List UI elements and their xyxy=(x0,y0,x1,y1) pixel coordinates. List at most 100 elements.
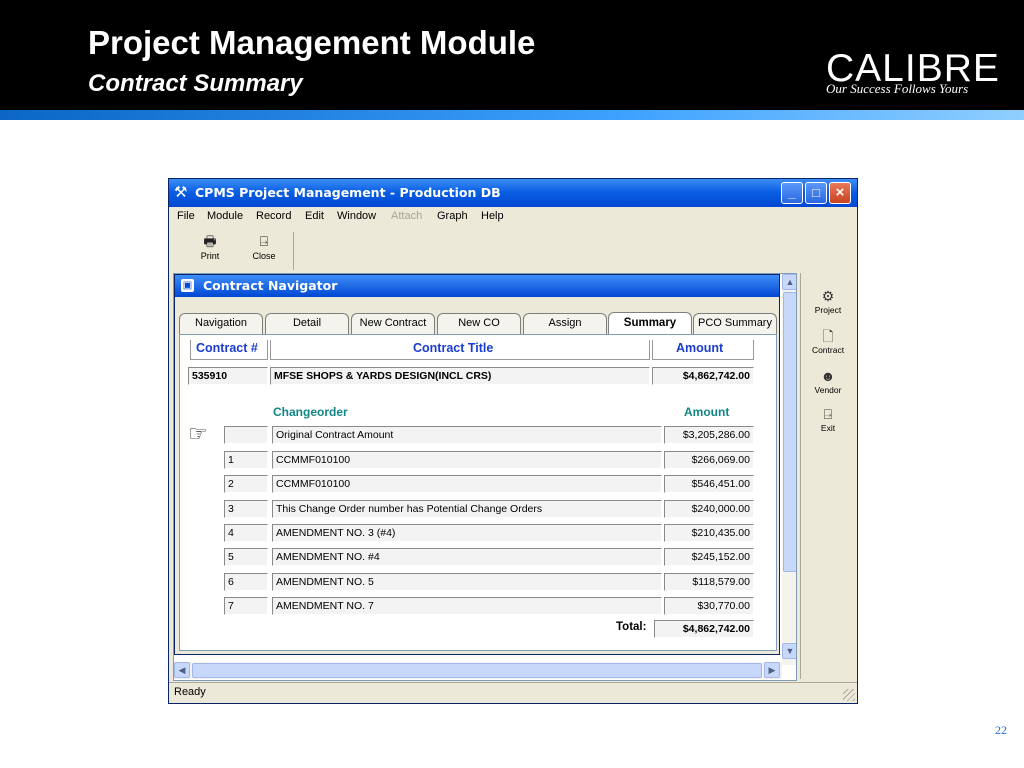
vertical-scrollbar[interactable]: ▲ ▼ xyxy=(782,274,796,665)
menu-record[interactable]: Record xyxy=(256,210,291,222)
close-label: Close xyxy=(252,251,276,261)
tab-summary[interactable]: Summary xyxy=(608,312,692,335)
co-amount-header: Amount xyxy=(684,405,730,419)
exit-button[interactable]: ⍈ Exit xyxy=(801,405,855,441)
project-button[interactable]: ⚙ Project xyxy=(801,287,855,323)
co-amount-field[interactable]: $210,435.00 xyxy=(664,524,754,542)
mdi-workspace: ▣ Contract Navigator Navigation Detail N… xyxy=(173,273,797,681)
menu-window[interactable]: Window xyxy=(337,210,376,222)
tab-new-co[interactable]: New CO xyxy=(437,313,521,334)
co-amount-field[interactable]: $118,579.00 xyxy=(664,573,754,591)
co-amount-field[interactable]: $245,152.00 xyxy=(664,548,754,566)
co-number-field[interactable]: 1 xyxy=(224,451,268,469)
toolbar: 🖶 Print ⍈ Close xyxy=(169,229,857,271)
co-description-field[interactable]: AMENDMENT NO. 7 xyxy=(272,597,662,615)
tab-pco-summary[interactable]: PCO Summary xyxy=(693,313,777,334)
slide-title: Project Management Module xyxy=(88,24,536,61)
print-label: Print xyxy=(200,251,220,261)
printer-icon: 🖶 xyxy=(203,233,217,249)
print-button[interactable]: 🖶 Print xyxy=(187,231,233,269)
contract-title-field: MFSE SHOPS & YARDS DESIGN(INCL CRS) xyxy=(270,367,650,385)
tab-assign[interactable]: Assign xyxy=(523,313,607,334)
co-description-field[interactable]: AMENDMENT NO. 5 xyxy=(272,573,662,591)
co-description-field[interactable]: CCMMF010100 xyxy=(272,475,662,493)
menu-bar: File Module Record Edit Window Attach Gr… xyxy=(169,207,857,227)
total-label: Total: xyxy=(616,621,647,633)
co-amount-field[interactable]: $30,770.00 xyxy=(664,597,754,615)
scroll-up-icon[interactable]: ▲ xyxy=(782,274,796,290)
project-icon: ⚙ xyxy=(821,288,835,304)
status-bar: Ready xyxy=(169,682,857,703)
contract-label: Contract xyxy=(811,345,845,355)
contract-navigator-window: ▣ Contract Navigator Navigation Detail N… xyxy=(174,274,780,655)
slide-subtitle: Contract Summary xyxy=(88,70,303,97)
co-description-field[interactable]: This Change Order number has Potential C… xyxy=(272,500,662,518)
menu-file[interactable]: File xyxy=(177,210,195,222)
toolbar-separator xyxy=(293,232,294,270)
scroll-right-icon[interactable]: ▶ xyxy=(764,662,780,678)
co-amount-field[interactable]: $240,000.00 xyxy=(664,500,754,518)
co-number-field[interactable]: 6 xyxy=(224,573,268,591)
menu-module[interactable]: Module xyxy=(207,210,243,222)
contract-button[interactable]: 🗋 Contract xyxy=(801,327,855,363)
navigator-title: Contract Navigator xyxy=(203,278,338,293)
calibre-logo: CALIBRE Our Success Follows Yours xyxy=(826,49,1020,100)
tab-new-contract[interactable]: New Contract xyxy=(351,313,435,334)
tools-icon: ⚒ xyxy=(174,184,188,201)
project-label: Project xyxy=(814,305,842,315)
co-amount-field[interactable]: $3,205,286.00 xyxy=(664,426,754,444)
page-number: 22 xyxy=(995,723,1007,737)
total-amount-field: $4,862,742.00 xyxy=(654,620,754,638)
tab-navigation[interactable]: Navigation xyxy=(179,313,263,334)
co-description-field[interactable]: CCMMF010100 xyxy=(272,451,662,469)
co-number-field[interactable]: 7 xyxy=(224,597,268,615)
co-number-field[interactable] xyxy=(224,426,268,444)
logo-tagline: Our Success Follows Yours xyxy=(826,81,969,96)
co-number-field[interactable]: 2 xyxy=(224,475,268,493)
horizontal-scroll-thumb[interactable] xyxy=(192,663,762,678)
co-description-field[interactable]: AMENDMENT NO. 3 (#4) xyxy=(272,524,662,542)
slide-header: Project Management Module Contract Summa… xyxy=(0,0,1024,110)
co-number-field[interactable]: 4 xyxy=(224,524,268,542)
co-amount-field[interactable]: $266,069.00 xyxy=(664,451,754,469)
window-titlebar[interactable]: ⚒ CPMS Project Management - Production D… xyxy=(169,179,857,207)
resize-grip-icon[interactable] xyxy=(843,689,855,701)
vertical-scroll-thumb[interactable] xyxy=(783,292,796,572)
menu-graph[interactable]: Graph xyxy=(437,210,468,222)
menu-help[interactable]: Help xyxy=(481,210,504,222)
co-description-field[interactable]: AMENDMENT NO. #4 xyxy=(272,548,662,566)
document-icon: 🗋 xyxy=(822,328,834,344)
co-description-field[interactable]: Original Contract Amount xyxy=(272,426,662,444)
navigator-titlebar[interactable]: ▣ Contract Navigator xyxy=(175,275,779,297)
contract-amount-field: $4,862,742.00 xyxy=(652,367,754,385)
scroll-down-icon[interactable]: ▼ xyxy=(782,643,796,659)
minimize-button[interactable]: _ xyxy=(781,182,803,204)
window-doc-icon: ▣ xyxy=(181,279,194,292)
tab-detail[interactable]: Detail xyxy=(265,313,349,334)
close-button[interactable]: × xyxy=(829,182,851,204)
contract-number-header: Contract # xyxy=(196,341,258,355)
contract-title-header: Contract Title xyxy=(413,341,494,355)
vendor-button[interactable]: ☻ Vendor xyxy=(801,367,855,403)
co-amount-field[interactable]: $546,451.00 xyxy=(664,475,754,493)
exit-label: Exit xyxy=(820,423,836,433)
status-text: Ready xyxy=(174,686,206,698)
scroll-left-icon[interactable]: ◀ xyxy=(174,662,190,678)
exit-door-icon: ⍈ xyxy=(823,406,833,422)
co-number-field[interactable]: 3 xyxy=(224,500,268,518)
vendor-person-icon: ☻ xyxy=(820,368,836,384)
close-tool-button[interactable]: ⍈ Close xyxy=(241,231,287,269)
vendor-label: Vendor xyxy=(814,385,842,395)
menu-edit[interactable]: Edit xyxy=(305,210,324,222)
contract-number-field: 535910 xyxy=(188,367,268,385)
header-stripe xyxy=(0,110,1024,120)
co-number-field[interactable]: 5 xyxy=(224,548,268,566)
maximize-button[interactable]: □ xyxy=(805,182,827,204)
side-nav-panel: ⚙ Project 🗋 Contract ☻ Vendor ⍈ Exit xyxy=(800,273,855,679)
app-window: ⚒ CPMS Project Management - Production D… xyxy=(168,178,858,704)
horizontal-scrollbar[interactable]: ◀ ▶ xyxy=(174,662,782,679)
changeorder-header: Changeorder xyxy=(273,405,348,419)
amount-header: Amount xyxy=(676,341,724,355)
door-exit-icon: ⍈ xyxy=(259,233,269,249)
window-title: CPMS Project Management - Production DB xyxy=(195,185,501,200)
